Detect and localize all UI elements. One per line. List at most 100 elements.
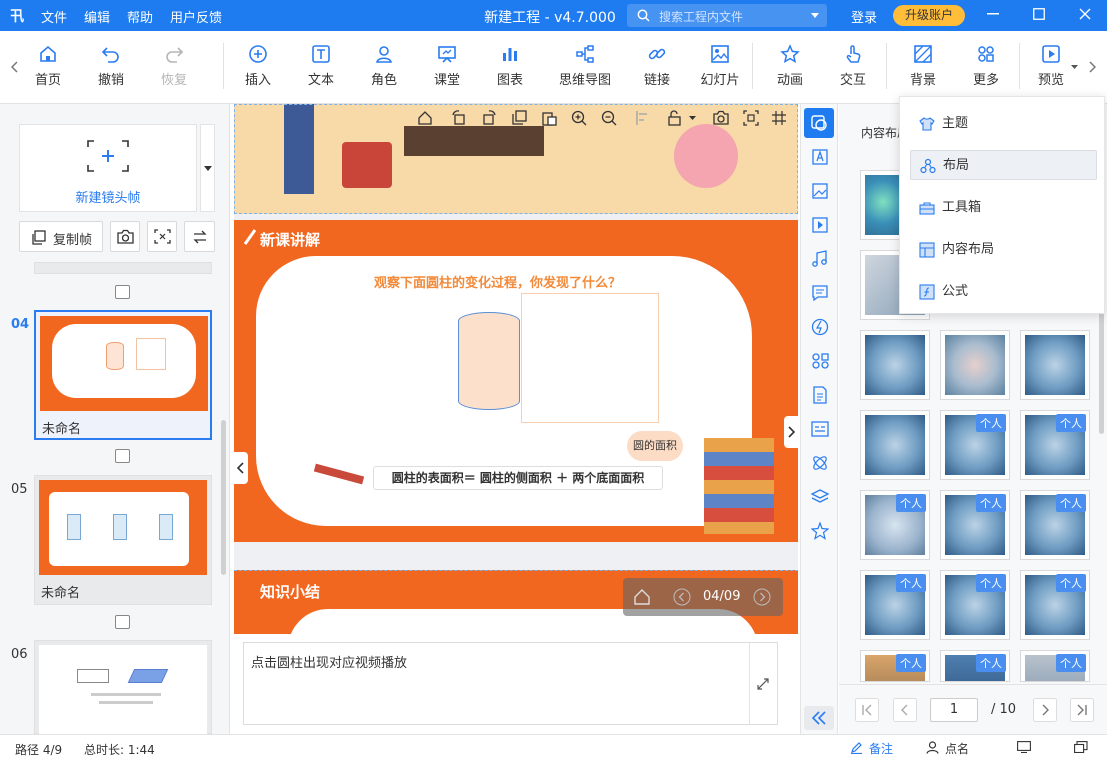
login-link[interactable]: 登录 (851, 7, 877, 26)
star-icon[interactable] (811, 522, 829, 540)
text-frame-icon[interactable] (811, 148, 829, 166)
flash-icon[interactable] (811, 318, 829, 336)
maximize-icon[interactable] (1033, 8, 1045, 20)
more-button[interactable]: 更多 (956, 44, 1016, 88)
crop-icon[interactable] (743, 110, 759, 126)
lock-dropdown-icon[interactable] (689, 116, 696, 120)
menu-edit[interactable]: 编辑 (84, 7, 110, 26)
minimize-icon[interactable] (987, 13, 999, 15)
panel-scrollbar[interactable] (1099, 310, 1104, 434)
collapse-panel-button[interactable] (804, 706, 834, 730)
menu-help[interactable]: 帮助 (127, 7, 153, 26)
new-frame-dropdown[interactable] (200, 124, 215, 212)
preview-dropdown-icon[interactable] (1071, 65, 1078, 69)
notes-text[interactable]: 点击圆柱出现对应视频播放 (251, 652, 407, 671)
swap-frame-button[interactable] (184, 221, 215, 252)
text-button[interactable]: 文本 (291, 44, 351, 88)
menu-item-layout[interactable]: 布局 (910, 150, 1097, 180)
next-page-icon[interactable] (753, 588, 771, 606)
menu-item-formula[interactable]: 公式 (910, 277, 1097, 307)
image-icon[interactable] (811, 182, 829, 200)
menu-feedback[interactable]: 用户反馈 (170, 7, 222, 26)
layout-tile[interactable]: 个人 (1020, 650, 1090, 682)
layout-tile[interactable] (940, 330, 1010, 400)
layout-tile[interactable]: 个人 (940, 490, 1010, 560)
copy-frame-button[interactable]: 复制帧 (19, 221, 103, 252)
close-icon[interactable] (1079, 8, 1091, 20)
layout-tile[interactable]: 个人 (1020, 410, 1090, 480)
page-input[interactable]: 1 (930, 698, 978, 722)
align-icon[interactable] (635, 110, 651, 126)
animation-button[interactable]: 动画 (760, 44, 820, 88)
transition-icon[interactable] (115, 285, 130, 299)
prev-page-icon[interactable] (673, 588, 691, 606)
frame-list-scrollbar[interactable] (221, 420, 226, 575)
layout-tile[interactable]: 个人 (940, 650, 1010, 682)
home-icon[interactable] (633, 588, 651, 606)
component-icon[interactable] (811, 352, 829, 370)
rotate-left-icon[interactable] (451, 110, 467, 126)
snapshot-button[interactable] (110, 221, 140, 252)
background-button[interactable]: 背景 (893, 44, 953, 88)
interact-button[interactable]: 交互 (823, 44, 883, 88)
lock-icon[interactable] (667, 110, 683, 126)
slide-canvas[interactable]: 新课讲解 观察下面圆柱的变化过程，你发现了什么？ 圆的面积 圆柱的表面积＝ 圆柱… (234, 104, 798, 634)
expand-icon[interactable] (757, 678, 769, 690)
document-icon[interactable] (811, 386, 829, 404)
formula-box[interactable]: 圆柱的表面积＝ 圆柱的侧面积 ＋ 两个底面面积 (373, 466, 663, 490)
toolbar-scroll-right-icon[interactable] (1088, 61, 1096, 73)
current-slide[interactable]: 新课讲解 观察下面圆柱的变化过程，你发现了什么？ 圆的面积 圆柱的表面积＝ 圆柱… (234, 220, 798, 542)
canvas-prev-button[interactable] (234, 452, 248, 484)
menu-item-content-layout[interactable]: 内容布局 (910, 235, 1097, 265)
frame-card-partial[interactable] (34, 262, 212, 274)
comment-icon[interactable] (811, 284, 829, 302)
chart-button[interactable]: 图表 (480, 44, 540, 88)
layout-tile[interactable] (860, 410, 930, 480)
undo-button[interactable]: 撤销 (81, 44, 141, 88)
slide-button[interactable]: 幻灯片 (690, 44, 750, 88)
zoom-out-icon[interactable] (601, 110, 617, 126)
copy-icon[interactable] (511, 110, 527, 126)
link-button[interactable]: 链接 (627, 44, 687, 88)
layout-tile[interactable]: 个人 (1020, 570, 1090, 640)
layers-icon[interactable] (811, 488, 829, 506)
frame-card-05[interactable]: 未命名 (34, 475, 212, 605)
area-bubble[interactable]: 圆的面积 (627, 431, 683, 461)
grid-toggle-icon[interactable] (771, 110, 787, 126)
prev-page-icon[interactable] (893, 698, 917, 722)
layout-tile[interactable] (1020, 330, 1090, 400)
paste-icon[interactable] (541, 110, 557, 126)
window-icon[interactable] (1074, 741, 1088, 753)
menu-item-toolbox[interactable]: 工具箱 (910, 193, 1097, 223)
search-dropdown-icon[interactable] (811, 13, 819, 18)
layout-tile[interactable]: 个人 (860, 650, 930, 682)
cylinder-shape[interactable] (458, 312, 520, 410)
home-view-icon[interactable] (417, 110, 433, 126)
classroom-button[interactable]: 课堂 (417, 44, 477, 88)
canvas-next-button[interactable] (784, 416, 798, 448)
next-page-icon[interactable] (1033, 698, 1057, 722)
layout-tile[interactable]: 个人 (860, 490, 930, 560)
frame-card-06[interactable] (34, 640, 212, 735)
menu-item-theme[interactable]: 主题 (910, 109, 1097, 139)
rotate-right-icon[interactable] (481, 110, 497, 126)
frame-card-04[interactable]: 未命名 (34, 310, 212, 440)
layout-tool-active[interactable] (804, 108, 834, 138)
new-frame-button[interactable]: 新建镜头帧 (19, 124, 197, 212)
insert-button[interactable]: 插入 (228, 44, 288, 88)
menu-file[interactable]: 文件 (41, 7, 67, 26)
layout-tile[interactable]: 个人 (1020, 490, 1090, 560)
transition-icon[interactable] (115, 449, 130, 463)
screen-icon[interactable] (1017, 741, 1031, 753)
music-icon[interactable] (811, 250, 829, 268)
last-page-icon[interactable] (1070, 698, 1094, 722)
zoom-in-icon[interactable] (571, 110, 587, 126)
role-button[interactable]: 角色 (354, 44, 414, 88)
camera-icon[interactable] (713, 110, 729, 126)
layout-tile[interactable]: 个人 (940, 570, 1010, 640)
mindmap-button[interactable]: 思维导图 (553, 44, 617, 88)
layout-tile[interactable] (860, 330, 930, 400)
redo-button[interactable]: 恢复 (144, 44, 204, 88)
search-input[interactable]: 搜索工程内文件 (627, 4, 827, 27)
video-placeholder[interactable] (521, 293, 659, 423)
